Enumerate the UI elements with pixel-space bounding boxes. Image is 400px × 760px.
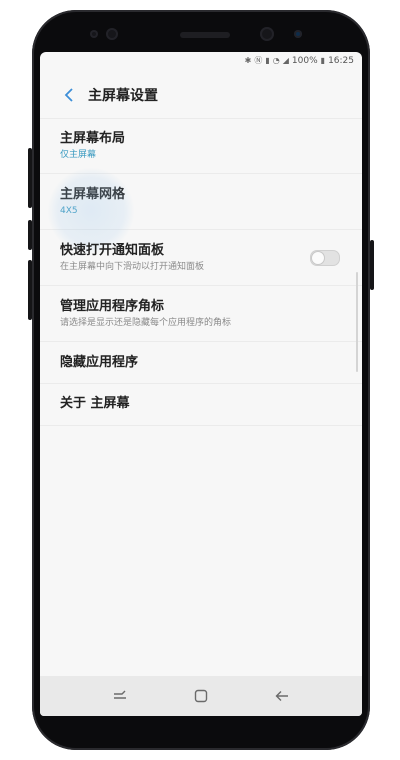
- settings-list: 主屏幕布局 仅主屏幕 主屏幕网格 4X5 快速打开通知面板 在主屏幕中向下滑动以…: [40, 118, 362, 426]
- chevron-left-icon[interactable]: [58, 84, 80, 106]
- setting-title: 管理应用程序角标: [60, 299, 165, 314]
- battery-percent: 100%: [291, 55, 318, 66]
- setting-title: 主屏幕布局: [60, 131, 126, 146]
- setting-title: 隐藏应用程序: [60, 355, 139, 370]
- setting-about-home[interactable]: 关于 主屏幕: [40, 384, 362, 426]
- setting-home-layout[interactable]: 主屏幕布局 仅主屏幕: [40, 118, 362, 174]
- setting-hide-apps[interactable]: 隐藏应用程序: [40, 342, 362, 384]
- notification-panel-toggle[interactable]: [310, 249, 340, 266]
- setting-value: 4X5: [60, 206, 78, 216]
- power-button: [370, 240, 374, 290]
- volume-button-down: [28, 260, 32, 320]
- front-camera: [260, 27, 274, 41]
- scrollbar[interactable]: [356, 272, 358, 372]
- setting-description: 在主屏幕中向下滑动以打开通知面板: [60, 262, 205, 272]
- setting-notification-panel[interactable]: 快速打开通知面板 在主屏幕中向下滑动以打开通知面板: [40, 230, 362, 286]
- toggle-knob: [312, 251, 324, 264]
- bixby-button: [28, 148, 32, 208]
- setting-description: 请选择是显示还是隐藏每个应用程序的角标: [60, 318, 232, 328]
- home-icon[interactable]: [189, 684, 213, 708]
- wifi-icon: ◔: [272, 56, 280, 65]
- navigation-bar: [40, 676, 362, 716]
- front-sensor: [294, 30, 302, 38]
- setting-title: 主屏幕网格: [60, 187, 126, 202]
- bluetooth-icon: ✱: [244, 56, 252, 65]
- app-bar: 主屏幕设置: [40, 72, 362, 119]
- setting-title: 关于 主屏幕: [60, 396, 130, 411]
- back-icon[interactable]: [270, 684, 294, 708]
- vibrate-icon: ▮: [265, 56, 270, 65]
- earpiece-speaker: [180, 32, 230, 38]
- setting-title: 快速打开通知面板: [60, 243, 165, 258]
- volume-button: [28, 220, 32, 250]
- top-bezel: [32, 10, 370, 58]
- iris-scanner: [106, 28, 118, 40]
- setting-app-badges[interactable]: 管理应用程序角标 请选择是显示还是隐藏每个应用程序的角标: [40, 286, 362, 342]
- nfc-icon: Ⓝ: [254, 56, 263, 65]
- screen: ✱ Ⓝ ▮ ◔ ◢ 100% ▮ 16:25 主屏幕设置 主屏幕布局 仅主屏幕: [40, 52, 362, 716]
- proximity-sensor: [90, 30, 98, 38]
- page-title: 主屏幕设置: [88, 88, 158, 104]
- recents-icon[interactable]: [108, 684, 132, 708]
- battery-icon: ▮: [320, 56, 326, 65]
- signal-icon: ◢: [282, 56, 289, 65]
- clock: 16:25: [328, 55, 354, 66]
- setting-value: 仅主屏幕: [60, 150, 97, 160]
- phone-frame: ✱ Ⓝ ▮ ◔ ◢ 100% ▮ 16:25 主屏幕设置 主屏幕布局 仅主屏幕: [28, 10, 374, 750]
- setting-home-grid[interactable]: 主屏幕网格 4X5: [40, 168, 362, 254]
- status-bar: ✱ Ⓝ ▮ ◔ ◢ 100% ▮ 16:25: [40, 52, 362, 68]
